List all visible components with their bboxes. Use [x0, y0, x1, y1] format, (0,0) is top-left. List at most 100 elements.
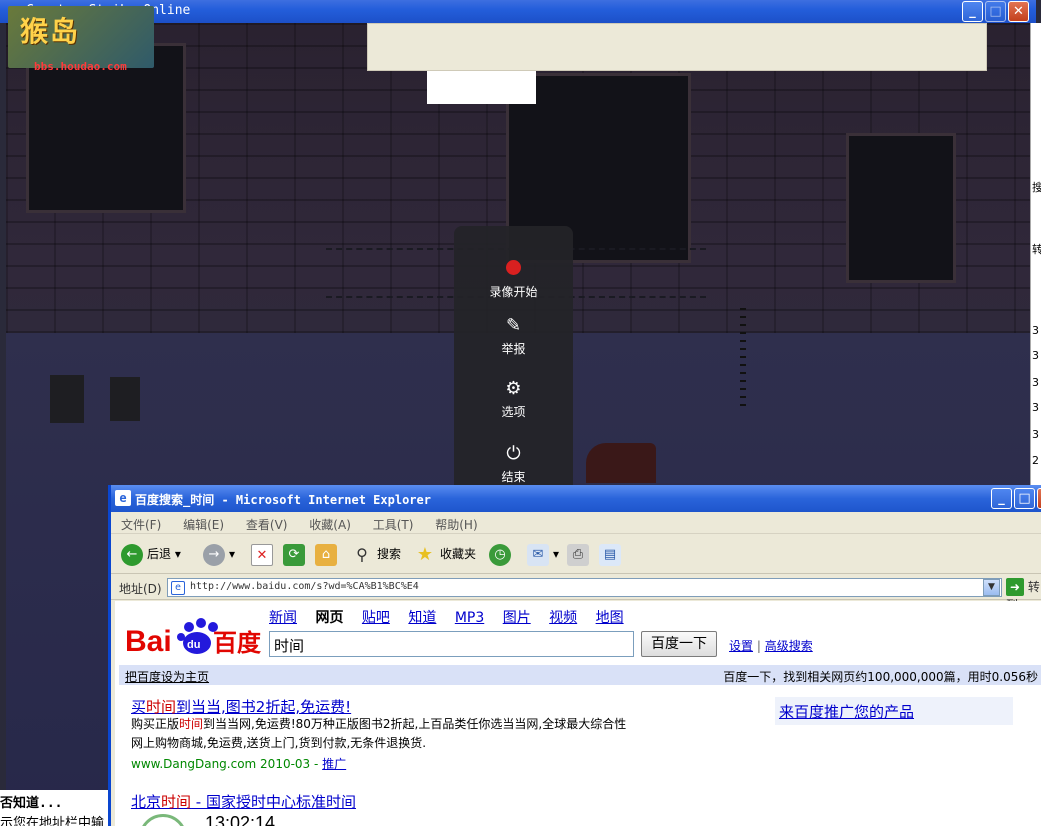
menu-view[interactable]: 查看(V): [246, 518, 288, 532]
gear-icon: ⚙: [505, 378, 522, 399]
nav-tieba[interactable]: 贴吧: [362, 610, 390, 626]
go-button[interactable]: ➜ 转到: [1006, 578, 1041, 612]
print-icon: ⎙: [567, 543, 589, 566]
nav-images[interactable]: 图片: [503, 610, 531, 626]
address-label: 地址(D): [119, 582, 162, 596]
address-dropdown-button[interactable]: ▼: [983, 579, 1000, 596]
result-title-link[interactable]: 北京时间 - 国家授时中心标准时间: [131, 791, 356, 812]
edge-char: 3: [1032, 349, 1039, 362]
result-description: 购买正版时间到当当网,免运费!80万种正版图书2折起,上百品类任你选当当网,全球…: [131, 715, 626, 753]
title-highlight: 时间: [146, 698, 177, 716]
ie-close-button[interactable]: ✕: [1037, 488, 1041, 509]
stop-button[interactable]: ✕: [251, 542, 277, 568]
title-highlight: 时间: [161, 793, 192, 811]
result-stats: 百度一下，找到相关网页约100,000,000篇，用时0.056秒: [723, 670, 1038, 684]
mail-button[interactable]: ✉ ▾: [527, 542, 559, 568]
address-input[interactable]: e http://www.baidu.com/s?wd=%CA%B1%BC%E4: [167, 578, 1002, 597]
search-label: 搜索: [377, 547, 402, 561]
search-icon: ⚲: [356, 544, 368, 564]
menu-help[interactable]: 帮助(H): [435, 518, 477, 532]
bg-text-line: 否知道...: [0, 796, 63, 811]
baidu-logo: Bai du 百度: [125, 613, 262, 658]
title-text: 北京: [131, 793, 162, 811]
record-dot-icon: [506, 260, 521, 275]
edit-page-icon: ▤: [599, 543, 621, 566]
record-start-button[interactable]: 录像开始: [454, 254, 573, 300]
refresh-icon: ⟳: [283, 543, 305, 566]
edge-char: 3: [1032, 376, 1039, 389]
print-button[interactable]: ⎙: [567, 542, 593, 568]
desc-text: 购买正版: [131, 717, 180, 731]
refresh-button[interactable]: ⟳: [283, 542, 309, 568]
menu-tools[interactable]: 工具(T): [373, 518, 414, 532]
go-arrow-icon: ➜: [1006, 578, 1024, 596]
promo-tag-link[interactable]: 推广: [322, 757, 346, 771]
baidu-nav: 新闻 网页 贴吧 知道 MP3 图片 视频 地图: [269, 607, 638, 627]
menu-edit[interactable]: 编辑(E): [183, 518, 224, 532]
edge-char: 搜: [1032, 179, 1041, 195]
ie-titlebar: e 百度搜索_时间 - Microsoft Internet Explorer: [111, 485, 1041, 512]
settings-link[interactable]: 设置: [729, 639, 753, 653]
baidu-page: Bai du 百度 新闻 网页 贴吧 知道 MP3 图片 视频 地图 时间 百度…: [115, 601, 1041, 826]
forward-arrow-icon: →: [203, 543, 225, 566]
desc-text: 网上购物商城,免运费,送货上门,货到付款,无条件退换货.: [131, 736, 427, 750]
baidu-promo-link[interactable]: 来百度推广您的产品: [775, 697, 1013, 725]
nav-web[interactable]: 网页: [315, 610, 343, 626]
advanced-search-link[interactable]: 高级搜索: [765, 639, 813, 653]
report-label: 举报: [501, 342, 526, 356]
baidu-search-input[interactable]: 时间: [269, 631, 634, 657]
edge-char: 转: [1032, 241, 1041, 257]
background-window-text: 否知道... 示您在地址栏中输: [0, 790, 112, 826]
building-window: [846, 133, 956, 283]
houdao-logo: 猴岛 bbs.houdao.com: [8, 6, 154, 73]
nav-news[interactable]: 新闻: [269, 610, 297, 626]
options-button[interactable]: ⚙ 选项: [454, 379, 573, 420]
recorder-menu: 录像开始 ✎ 举报 ⚙ 选项 ⏻ 结束: [454, 226, 573, 491]
nav-zhidao[interactable]: 知道: [408, 610, 436, 626]
logo-text: 猴岛: [20, 15, 81, 48]
crate: [50, 375, 84, 423]
report-button[interactable]: ✎ 举报: [454, 316, 573, 357]
result-title-link[interactable]: 买时间到当当,图书2折起,免运费!: [131, 696, 351, 717]
ie-toolbar: ← 后退 ▾ → ▾ ✕ ⟳ ⌂ ⚲ 搜索 ★ 收藏夹 ◷ ✉ ▾ ⎙ ▤: [111, 534, 1041, 574]
nav-map[interactable]: 地图: [596, 610, 624, 626]
ladder: [740, 306, 746, 406]
title-text: 买: [131, 698, 147, 716]
clock-time: 13:02:14: [205, 813, 276, 826]
baidu-search-button[interactable]: 百度一下: [641, 631, 717, 657]
ie-minimize-button[interactable]: _: [991, 488, 1012, 509]
page-icon: e: [171, 581, 185, 595]
menu-favorites[interactable]: 收藏(A): [309, 518, 351, 532]
favorites-button[interactable]: ★ 收藏夹: [414, 542, 476, 568]
history-button[interactable]: ◷: [489, 542, 515, 568]
back-button[interactable]: ← 后退 ▾: [121, 542, 181, 568]
edit-button[interactable]: ▤: [599, 542, 625, 568]
menu-file[interactable]: 文件(F): [121, 518, 161, 532]
nav-video[interactable]: 视频: [549, 610, 577, 626]
maximize-button[interactable]: □: [985, 1, 1006, 22]
ie-maximize-button[interactable]: □: [1014, 488, 1035, 509]
bg-text-line: 示您在地址栏中输: [0, 816, 105, 826]
options-label: 选项: [501, 405, 526, 419]
stop-icon: ✕: [251, 543, 273, 566]
result-url: www.DangDang.com 2010-03 - 推广: [131, 755, 346, 772]
forward-button[interactable]: → ▾: [203, 542, 235, 568]
search-options: 设置 | 高级搜索: [729, 639, 813, 653]
search-button[interactable]: ⚲ 搜索: [351, 542, 401, 568]
address-value: http://www.baidu.com/s?wd=%CA%B1%BC%E4: [190, 581, 419, 592]
power-icon: ⏻: [506, 443, 521, 464]
home-button[interactable]: ⌂: [315, 542, 341, 568]
result-stats-bar: 把百度设为主页 百度一下，找到相关网页约100,000,000篇，用时0.056…: [119, 665, 1041, 685]
overlay-panel: [367, 23, 987, 71]
desc-highlight: 时间: [179, 717, 204, 731]
end-button[interactable]: ⏻ 结束: [454, 444, 573, 485]
close-button[interactable]: ✕: [1008, 1, 1029, 22]
nav-mp3[interactable]: MP3: [455, 610, 484, 626]
minimize-button[interactable]: _: [962, 1, 983, 22]
game-titlebar: Counter-Strike Online: [0, 0, 1036, 23]
set-home-link[interactable]: 把百度设为主页: [125, 670, 209, 684]
ie-title: 百度搜索_时间 - Microsoft Internet Explorer: [135, 493, 431, 507]
report-pen-icon: ✎: [505, 315, 522, 336]
history-icon: ◷: [489, 543, 511, 566]
title-text: - 国家授时中心标准时间: [191, 793, 356, 811]
